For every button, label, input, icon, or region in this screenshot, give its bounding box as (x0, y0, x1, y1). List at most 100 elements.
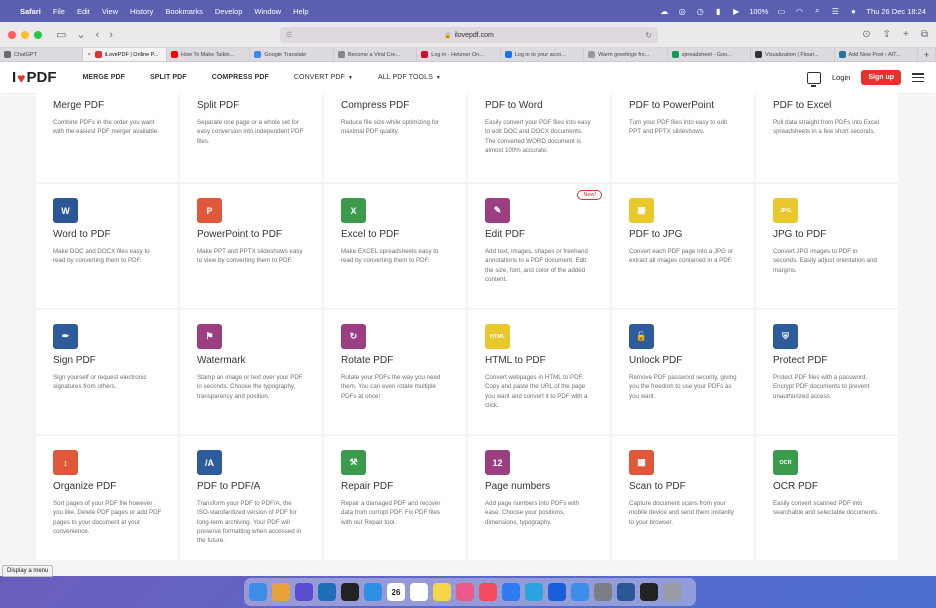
browser-tab[interactable]: Log in to your acco... (501, 48, 585, 61)
browser-tab[interactable]: Become a Viral Cre... (334, 48, 418, 61)
desktop-app-icon[interactable] (806, 71, 821, 87)
play-icon[interactable]: ▶ (731, 7, 741, 16)
browser-tab[interactable]: Warm greetings fro... (584, 48, 668, 61)
reload-icon[interactable]: ↻ (645, 31, 652, 40)
nav-all-pdf-tools[interactable]: ALL PDF TOOLS ▼ (378, 74, 441, 81)
settings-icon[interactable] (594, 583, 612, 601)
menu-safari[interactable]: Safari (20, 7, 41, 16)
safari-icon[interactable] (364, 583, 382, 601)
menu-view[interactable]: View (102, 7, 118, 16)
browser-tab[interactable]: Add New Post ‹ AIT... (835, 48, 918, 61)
tool-card[interactable]: Merge PDF Combine PDFs in the order you w… (36, 92, 178, 182)
tool-card[interactable]: 🔓 Unlock PDF Remove PDF password security,… (612, 310, 754, 434)
back-button-icon[interactable]: ‹ (96, 29, 100, 41)
tool-card[interactable]: ↕ Organize PDF Sort pages of your PDF file… (36, 436, 178, 560)
menu-edit[interactable]: Edit (77, 7, 90, 16)
tool-card[interactable]: ✎ New! Edit PDF Add text, images, shapes or… (468, 184, 610, 308)
shortcuts-icon[interactable] (295, 583, 313, 601)
tool-card[interactable]: PDF to PowerPoint Turn your PDF files int… (612, 92, 754, 182)
ilovepdf-logo[interactable]: I ♥ PDF (12, 69, 56, 86)
signup-button[interactable]: Sign up (861, 70, 901, 85)
browser-tab[interactable]: × iLovePDF | Online P... (83, 48, 167, 61)
music-icon[interactable] (479, 583, 497, 601)
tool-card[interactable]: ▣ PDF to JPG Convert each PDF page into a … (612, 184, 754, 308)
battery-icon[interactable]: ▭ (776, 7, 786, 16)
tool-card[interactable]: W Word to PDF Make DOC and DOCX files easy… (36, 184, 178, 308)
browser-tab[interactable]: Google Translate (250, 48, 334, 61)
sidebar-toggle-icon[interactable]: ▭ (56, 28, 66, 41)
tool-card[interactable]: HTML HTML to PDF Convert webpages in HTML … (468, 310, 610, 434)
tool-card[interactable]: 12 Page numbers Add page numbers into PDFs… (468, 436, 610, 560)
browser-tab[interactable]: How To Make Talkin... (167, 48, 251, 61)
tab-overview-icon[interactable]: ⧉ (921, 29, 928, 40)
close-tab-icon[interactable]: × (87, 52, 90, 58)
menu-help[interactable]: Help (293, 7, 308, 16)
forward-button-icon[interactable]: › (109, 29, 113, 41)
share-icon[interactable]: ⇪ (883, 29, 891, 40)
menu-file[interactable]: File (53, 7, 65, 16)
address-bar[interactable]: ☰ 🔒 ilovepdf.com ↻ (280, 27, 658, 43)
tool-card[interactable]: ✒ Sign PDF Sign yourself or request electr… (36, 310, 178, 434)
mail-icon[interactable] (571, 583, 589, 601)
finder-icon[interactable] (249, 583, 267, 601)
tool-card[interactable]: P PowerPoint to PDF Make PPT and PPTX slid… (180, 184, 322, 308)
menu-window[interactable]: Window (254, 7, 281, 16)
telegram-icon[interactable] (525, 583, 543, 601)
browser-tab[interactable]: ChatGPT (0, 48, 84, 61)
nav-compress-pdf[interactable]: COMPRESS PDF (212, 74, 269, 81)
nav-split-pdf[interactable]: SPLIT PDF (150, 74, 187, 81)
tool-card[interactable]: PDF to Word Easily convert your PDF files… (468, 92, 610, 182)
word-app-icon[interactable] (617, 583, 635, 601)
trash-icon[interactable] (663, 583, 681, 601)
downloads-icon[interactable]: ⊙ (862, 29, 870, 40)
browser-tab[interactable]: Log in - Hetzner On... (417, 48, 501, 61)
menu-develop[interactable]: Develop (215, 7, 243, 16)
creative-cloud-icon[interactable]: ☁ (659, 7, 669, 16)
launchpad-icon[interactable] (272, 583, 290, 601)
tool-card[interactable]: ⚑ Watermark Stamp an image or text over yo… (180, 310, 322, 434)
tool-card[interactable]: ↻ Rotate PDF Rotate your PDFs the way you … (324, 310, 466, 434)
menu-bookmarks[interactable]: Bookmarks (165, 7, 203, 16)
bitwarden-icon[interactable] (548, 583, 566, 601)
login-link[interactable]: Login (832, 73, 850, 82)
tool-card[interactable]: OCR OCR PDF Easily convert scanned PDF int… (756, 436, 898, 560)
photos-icon[interactable] (456, 583, 474, 601)
chatgpt-icon[interactable] (341, 583, 359, 601)
menu-history[interactable]: History (130, 7, 153, 16)
appstore-icon[interactable] (502, 583, 520, 601)
tool-card[interactable]: X Excel to PDF Make EXCEL spreadsheets eas… (324, 184, 466, 308)
chevron-down-icon[interactable]: ⌄ (76, 28, 85, 41)
tool-card[interactable]: Compress PDF Reduce file size while optim… (324, 92, 466, 182)
browser-tab[interactable]: Visualization | Flouri... (751, 48, 835, 61)
wifi-icon[interactable]: ◠ (794, 7, 804, 16)
bitwarden-status-icon[interactable]: ▮ (713, 7, 723, 16)
zoom-window-button[interactable] (34, 30, 42, 39)
calendar-icon[interactable]: 26 (387, 583, 405, 601)
timer-icon[interactable]: ◷ (695, 7, 705, 16)
clock[interactable]: Thu 26 Dec 18:24 (866, 7, 926, 16)
reminders-icon[interactable] (410, 583, 428, 601)
terminal-icon[interactable] (640, 583, 658, 601)
spotlight-search-icon[interactable]: ⌕ (812, 6, 822, 16)
nav-merge-pdf[interactable]: MERGE PDF (82, 74, 125, 81)
notes-icon[interactable] (433, 583, 451, 601)
new-tab-icon[interactable]: + (903, 29, 909, 40)
new-tab-button[interactable]: + (918, 48, 936, 61)
tool-card[interactable]: /A PDF to PDF/A Transform your PDF to PDF/… (180, 436, 322, 560)
tool-card[interactable]: JPG JPG to PDF Convert JPG images to PDF i… (756, 184, 898, 308)
page-menu-icon[interactable]: ☰ (286, 31, 292, 39)
tool-card[interactable]: ⛨ Protect PDF Protect PDF files with a pas… (756, 310, 898, 434)
control-center-icon[interactable]: ☰ (830, 7, 840, 16)
siri-icon[interactable]: ● (848, 7, 858, 16)
tool-card[interactable]: ▦ Scan to PDF Capture document scans from … (612, 436, 754, 560)
vpn-icon[interactable]: ◎ (677, 7, 687, 16)
nav-convert-pdf[interactable]: CONVERT PDF ▼ (294, 74, 353, 81)
tool-card[interactable]: PDF to Excel Pull data straight from PDFs… (756, 92, 898, 182)
close-window-button[interactable] (8, 30, 16, 39)
browser-tab[interactable]: spreadsheet - Goo... (668, 48, 752, 61)
minimize-window-button[interactable] (21, 30, 29, 39)
tool-card[interactable]: Split PDF Separate one page or a whole se… (180, 92, 322, 182)
hamburger-menu-icon[interactable] (912, 73, 924, 82)
vscode-icon[interactable] (318, 583, 336, 601)
tool-card[interactable]: ⚒ Repair PDF Repair a damaged PDF and reco… (324, 436, 466, 560)
